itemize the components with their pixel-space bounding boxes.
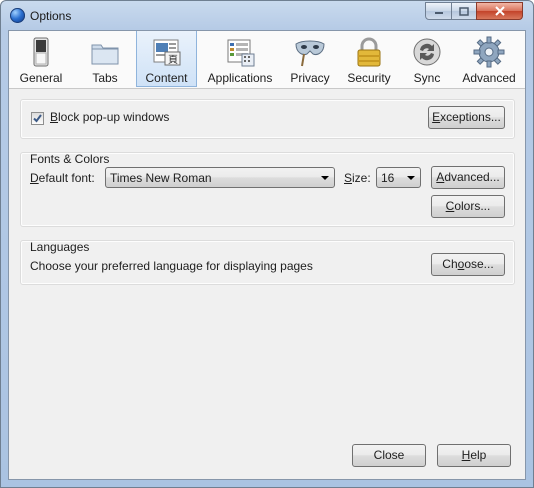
font-size-select[interactable]: 16 — [376, 167, 421, 188]
exceptions-button[interactable]: Exceptions... — [428, 106, 505, 129]
popup-group: Block pop-up windows Exceptions... — [20, 99, 515, 139]
fonts-colors-title: Fonts & Colors — [30, 152, 110, 166]
content-page-icon: 頁 — [153, 39, 180, 66]
languages-group: Languages Choose your preferred language… — [20, 240, 515, 285]
maximize-button[interactable] — [451, 2, 477, 20]
colors-button[interactable]: Colors... — [431, 195, 505, 218]
tab-tabs[interactable]: Tabs — [73, 31, 137, 87]
security-lock-icon — [357, 37, 381, 67]
languages-description: Choose your preferred language for displ… — [30, 259, 313, 273]
tab-content[interactable]: 頁 Content — [136, 31, 197, 87]
firefox-globe-icon — [10, 8, 25, 23]
options-client-area: General Tabs 頁 Content Applications Priv… — [8, 30, 526, 480]
advanced-gear-icon — [473, 36, 505, 68]
title-bar[interactable]: Options — [1, 1, 533, 30]
default-font-select[interactable]: Times New Roman — [105, 167, 335, 188]
close-window-button[interactable] — [476, 2, 523, 20]
svg-text:頁: 頁 — [168, 54, 178, 66]
minimize-icon — [434, 12, 443, 14]
close-button[interactable]: Close — [352, 444, 426, 467]
switch-icon — [33, 37, 49, 67]
tab-security[interactable]: Security — [337, 31, 401, 87]
size-label: Size: — [344, 171, 371, 185]
tabs-folder-icon — [91, 44, 119, 65]
chevron-down-icon — [407, 176, 415, 180]
tab-sync[interactable]: Sync — [401, 31, 453, 87]
maximize-icon — [459, 6, 469, 16]
tab-general[interactable]: General — [9, 31, 73, 87]
chevron-down-icon — [321, 176, 329, 180]
languages-title: Languages — [30, 240, 90, 254]
block-popups-label[interactable]: Block pop-up windows — [50, 110, 169, 124]
close-icon — [494, 6, 505, 16]
options-window: Options General Tabs 頁 Content Applicati… — [0, 0, 534, 488]
checkmark-icon — [33, 114, 42, 123]
fonts-colors-group: Fonts & Colors Default font: Times New R… — [20, 152, 515, 227]
category-toolbar: General Tabs 頁 Content Applications Priv… — [9, 31, 525, 89]
default-font-label: Default font: — [30, 171, 95, 185]
choose-language-button[interactable]: Choose... — [431, 253, 505, 276]
tab-privacy[interactable]: Privacy — [283, 31, 337, 87]
fonts-advanced-button[interactable]: Advanced... — [431, 166, 505, 189]
sync-arrows-icon — [413, 38, 441, 66]
minimize-button[interactable] — [425, 2, 452, 20]
block-popups-checkbox[interactable] — [31, 112, 44, 125]
privacy-mask-icon — [295, 40, 325, 67]
tab-applications[interactable]: Applications — [197, 31, 283, 87]
help-button[interactable]: Help — [437, 444, 511, 467]
window-title: Options — [30, 9, 72, 23]
tab-advanced[interactable]: Advanced — [453, 31, 525, 87]
applications-list-icon — [227, 39, 255, 67]
